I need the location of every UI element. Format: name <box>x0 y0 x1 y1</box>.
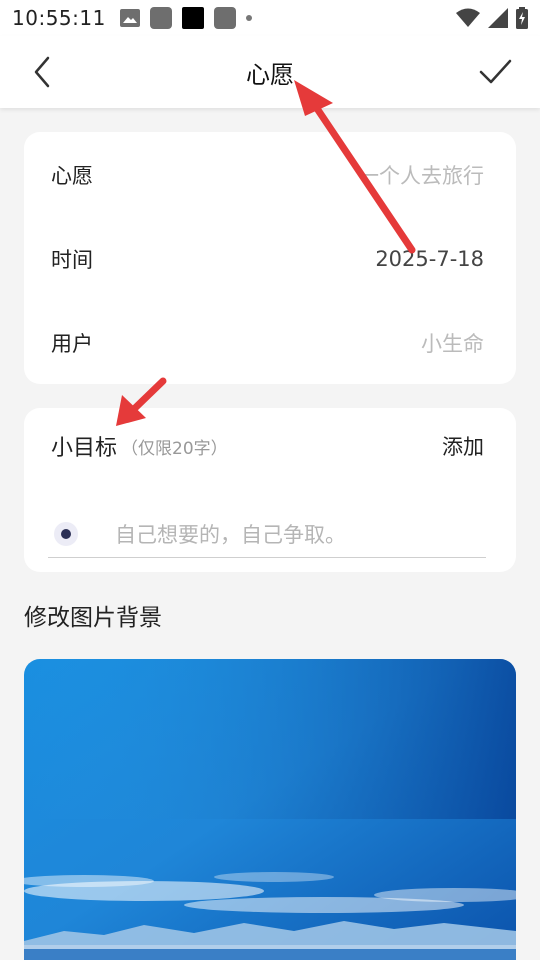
notification-icons <box>119 7 252 29</box>
user-row[interactable]: 用户 小生命 <box>51 323 484 363</box>
app-notification-icon <box>213 7 236 29</box>
wifi-icon <box>456 8 480 27</box>
goal-item[interactable]: 自己想要的，自己争取。 <box>48 510 486 558</box>
background-image[interactable] <box>24 659 516 960</box>
goal-input[interactable]: 自己想要的，自己争取。 <box>115 519 346 549</box>
status-bar: 10:55:11 <box>0 0 540 36</box>
wish-label: 心愿 <box>51 164 93 188</box>
user-label: 用户 <box>51 332 93 356</box>
system-icons <box>456 7 528 29</box>
wish-info-card: 心愿 一个人去旅行 时间 2025-7-18 用户 小生命 <box>24 132 516 384</box>
app-notification-icon <box>149 7 172 29</box>
check-icon <box>479 59 512 84</box>
confirm-button[interactable] <box>476 54 516 90</box>
time-value[interactable]: 2025-7-18 <box>375 247 484 271</box>
page-title: 心愿 <box>246 60 294 89</box>
title-bar: 心愿 <box>0 36 540 108</box>
signal-icon <box>488 8 508 28</box>
add-goal-button[interactable]: 添加 <box>442 431 484 461</box>
user-value[interactable]: 小生命 <box>421 328 484 358</box>
wish-row[interactable]: 心愿 一个人去旅行 <box>51 155 484 195</box>
wish-value[interactable]: 一个人去旅行 <box>358 160 484 190</box>
small-goal-card: 小目标 （仅限20字） 添加 自己想要的，自己争取。 <box>24 408 516 572</box>
time-label: 时间 <box>51 248 93 272</box>
sky-lake-picture <box>24 659 516 960</box>
bullet-icon <box>54 521 78 546</box>
more-notifications-icon <box>245 15 252 21</box>
time-row[interactable]: 时间 2025-7-18 <box>51 239 484 279</box>
back-button[interactable] <box>26 54 62 90</box>
chevron-left-icon <box>34 56 50 88</box>
change-background-title: 修改图片背景 <box>24 605 162 631</box>
small-goal-hint: （仅限20字） <box>121 438 228 459</box>
image-icon <box>119 9 140 27</box>
app-notification-icon <box>181 7 204 29</box>
battery-icon <box>516 7 528 29</box>
small-goal-title: 小目标 <box>51 436 118 461</box>
status-time: 10:55:11 <box>12 6 106 30</box>
small-goal-header: 小目标 （仅限20字） 添加 <box>51 426 484 466</box>
